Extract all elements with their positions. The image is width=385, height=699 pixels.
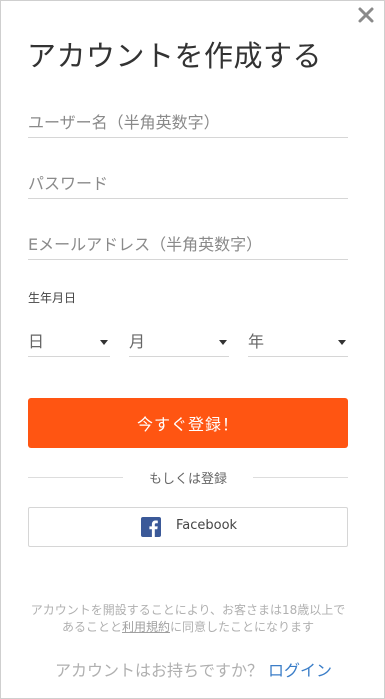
dob-label: 生年月日 bbox=[28, 291, 77, 305]
login-prompt-text: アカウントはお持ちですか？ bbox=[54, 661, 269, 680]
terms-link[interactable]: 利用規約 bbox=[122, 620, 170, 634]
chevron-down-icon bbox=[219, 340, 227, 345]
divider-line bbox=[253, 477, 348, 478]
register-button[interactable]: 今すぐ登録！ bbox=[28, 398, 348, 448]
password-input[interactable] bbox=[28, 169, 348, 199]
year-select[interactable]: 年 bbox=[248, 323, 348, 357]
email-input[interactable] bbox=[28, 230, 348, 260]
facebook-label: Facebook bbox=[176, 518, 238, 533]
day-select[interactable]: 日 bbox=[28, 323, 110, 357]
year-select-value: 年 bbox=[248, 332, 265, 351]
terms-text: アカウントを開設することにより、お客さまは18歳以上であることと利用規約に同意し… bbox=[28, 602, 348, 636]
username-input[interactable] bbox=[28, 108, 348, 138]
close-icon bbox=[358, 7, 374, 23]
page-title: アカウントを作成する bbox=[27, 39, 323, 73]
close-button[interactable] bbox=[356, 5, 376, 25]
chevron-down-icon bbox=[100, 340, 108, 345]
facebook-icon bbox=[141, 517, 161, 537]
chevron-down-icon bbox=[338, 340, 346, 345]
or-divider: もしくは登録 bbox=[28, 467, 348, 487]
month-select-value: 月 bbox=[129, 332, 146, 351]
login-prompt: アカウントはお持ちですか？ ログイン bbox=[1, 657, 385, 681]
facebook-button[interactable]: Facebook bbox=[28, 507, 348, 547]
day-select-value: 日 bbox=[28, 332, 45, 351]
terms-text-after: に同意したことになります bbox=[170, 620, 315, 634]
signup-modal: アカウントを作成する 生年月日 日 月 年 今すぐ登録！ もしくは登録 Face… bbox=[0, 0, 385, 699]
month-select[interactable]: 月 bbox=[129, 323, 229, 357]
login-link[interactable]: ログイン bbox=[268, 661, 332, 680]
